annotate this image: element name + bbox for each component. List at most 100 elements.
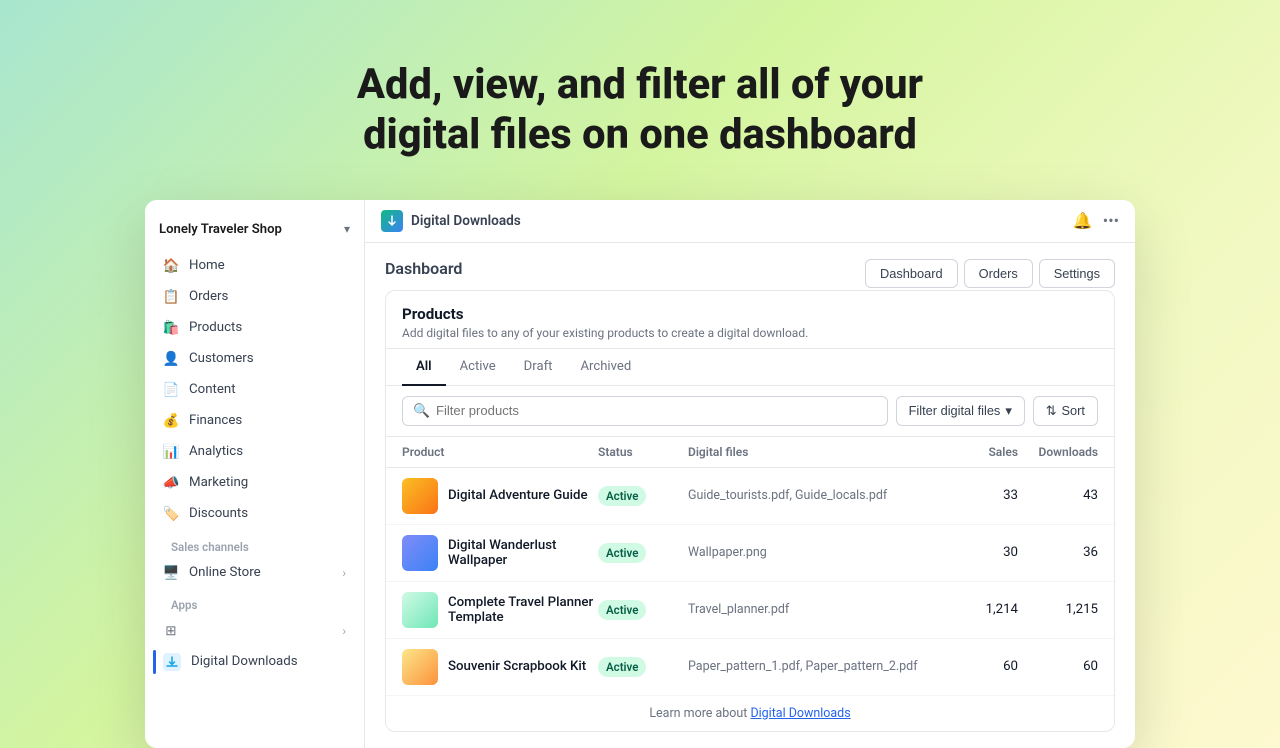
content-icon: 📄 [163,382,179,398]
hero-title-line2: digital files on one dashboard [363,110,917,159]
product-name: Complete Travel Planner Template [448,595,598,625]
sales-channels-label: Sales channels [153,530,356,558]
product-thumbnail [402,649,438,685]
more-options-icon[interactable]: ••• [1103,211,1119,230]
sidebar-item-home[interactable]: 🏠 Home [153,251,356,281]
col-status: Status [598,445,688,459]
product-cell: Digital Wanderlust Wallpaper [402,535,598,571]
sales-cell: 60 [938,659,1018,674]
customers-icon: 👤 [163,351,179,367]
top-bar: Digital Downloads 🔔 ••• [365,200,1135,243]
product-cell: Souvenir Scrapbook Kit [402,649,598,685]
apps-icon: ⊞ [163,623,179,639]
online-store-left: 🖥️ Online Store [163,565,261,581]
table-row[interactable]: Complete Travel Planner Template Active … [386,582,1114,639]
tab-active[interactable]: Active [446,349,510,386]
tab-archived[interactable]: Archived [566,349,645,386]
sidebar-item-finances[interactable]: 💰 Finances [153,406,356,436]
apps-label: Apps [153,588,356,616]
col-sales: Sales [938,445,1018,459]
status-cell: Active [598,485,688,506]
status-badge: Active [598,657,646,677]
sidebar-item-label: Customers [189,351,254,366]
shopify-window: Lonely Traveler Shop ▾ 🏠 Home 📋 Orders 🛍… [145,200,1135,748]
downloads-cell: 36 [1018,545,1098,560]
orders-nav-btn[interactable]: Orders [964,259,1033,288]
status-badge: Active [598,486,646,506]
top-bar-left: Digital Downloads [381,210,521,232]
sidebar-apps-row[interactable]: ⊞ › [153,616,356,646]
sidebar: Lonely Traveler Shop ▾ 🏠 Home 📋 Orders 🛍… [145,200,365,748]
digital-downloads-label: Digital Downloads [191,654,298,669]
sidebar-item-content[interactable]: 📄 Content [153,375,356,405]
search-box[interactable]: 🔍 [402,396,888,426]
sidebar-item-orders[interactable]: 📋 Orders [153,282,356,312]
notification-icon[interactable]: 🔔 [1073,211,1093,230]
products-icon: 🛍️ [163,320,179,336]
products-title: Products [402,305,1098,323]
downloads-cell: 43 [1018,488,1098,503]
dashboard-nav-btn[interactable]: Dashboard [865,259,958,288]
table-row[interactable]: Digital Adventure Guide Active Guide_tou… [386,468,1114,525]
online-store-icon: 🖥️ [163,565,179,581]
filter-row: 🔍 Filter digital files ▾ ⇅ Sort [386,386,1114,437]
sidebar-item-label: Finances [189,413,242,428]
sales-cell: 30 [938,545,1018,560]
sidebar-item-label: Analytics [189,444,243,459]
expand-icon: › [342,566,346,580]
app-name: Digital Downloads [411,213,521,229]
table-header: Product Status Digital files Sales Downl… [386,437,1114,468]
filter-chevron-icon: ▾ [1005,403,1011,419]
sort-btn[interactable]: ⇅ Sort [1033,396,1098,426]
settings-nav-btn[interactable]: Settings [1039,259,1115,288]
sort-btn-label: Sort [1062,403,1085,418]
product-name: Digital Adventure Guide [448,488,588,503]
store-selector[interactable]: Lonely Traveler Shop ▾ [145,216,364,251]
sidebar-item-marketing[interactable]: 📣 Marketing [153,468,356,498]
tab-all[interactable]: All [402,349,446,386]
filter-digital-files-btn[interactable]: Filter digital files ▾ [896,396,1025,426]
sidebar-item-digital-downloads[interactable]: Digital Downloads [153,646,356,678]
sidebar-item-analytics[interactable]: 📊 Analytics [153,437,356,467]
tab-draft[interactable]: Draft [510,349,567,386]
hero-title-line1: Add, view, and filter all of your [357,60,923,109]
top-bar-right: 🔔 ••• [1073,211,1119,230]
status-badge: Active [598,600,646,620]
sidebar-item-label: Home [189,258,225,273]
page-title: Dashboard [385,259,462,278]
sales-cell: 1,214 [938,602,1018,617]
table-row[interactable]: Souvenir Scrapbook Kit Active Paper_patt… [386,639,1114,695]
sidebar-item-products[interactable]: 🛍️ Products [153,313,356,343]
status-badge: Active [598,543,646,563]
digital-downloads-icon [163,653,181,671]
products-subtitle: Add digital files to any of your existin… [402,326,1098,340]
nav-buttons: Dashboard Orders Settings [865,259,1115,288]
content-header-row: Dashboard Dashboard Orders Settings [385,259,1115,290]
digital-files-cell: Guide_tourists.pdf, Guide_locals.pdf [688,488,938,503]
product-thumbnail [402,592,438,628]
sidebar-item-online-store[interactable]: 🖥️ Online Store › [153,558,356,588]
digital-files-cell: Wallpaper.png [688,545,938,560]
sidebar-item-discounts[interactable]: 🏷️ Discounts [153,499,356,529]
sales-cell: 33 [938,488,1018,503]
online-store-label: Online Store [189,565,261,580]
downloads-cell: 60 [1018,659,1098,674]
chevron-down-icon: ▾ [344,222,350,236]
sidebar-item-customers[interactable]: 👤 Customers [153,344,356,374]
product-cell: Digital Adventure Guide [402,478,598,514]
product-thumbnail [402,535,438,571]
sidebar-item-label: Marketing [189,475,248,490]
product-cell: Complete Travel Planner Template [402,592,598,628]
search-input[interactable] [436,403,877,418]
table-row[interactable]: Digital Wanderlust Wallpaper Active Wall… [386,525,1114,582]
search-icon: 🔍 [413,403,430,419]
status-cell: Active [598,599,688,620]
footer-link-row: Learn more about Digital Downloads [386,695,1114,731]
digital-downloads-link[interactable]: Digital Downloads [750,706,850,721]
digital-files-cell: Travel_planner.pdf [688,602,938,617]
app-logo-icon [381,210,403,232]
apps-expand-icon: › [342,624,346,638]
product-name: Souvenir Scrapbook Kit [448,659,586,674]
col-files: Digital files [688,445,938,459]
filter-btn-label: Filter digital files [909,403,1001,418]
